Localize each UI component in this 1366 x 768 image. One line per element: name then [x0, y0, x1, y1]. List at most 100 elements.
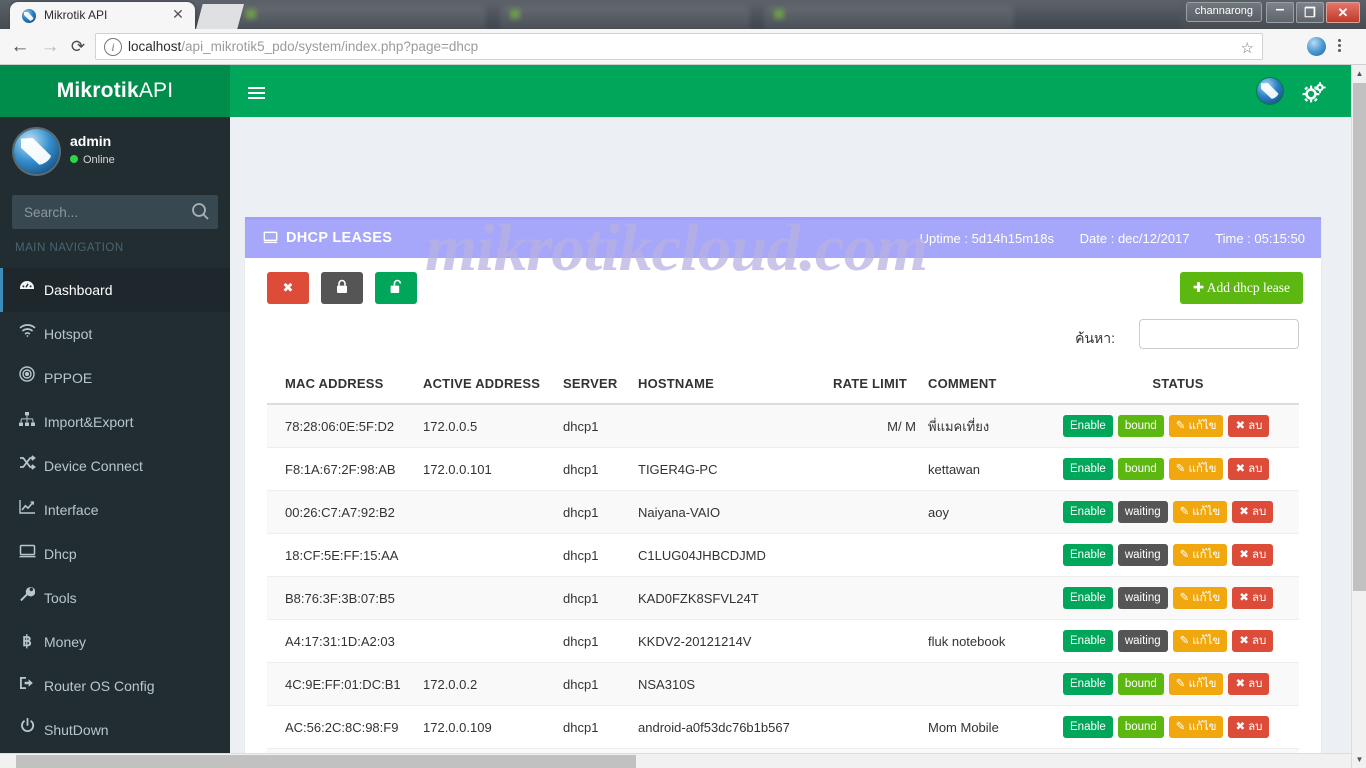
table-row[interactable]: AC:56:2C:8C:98:F9 172.0.0.109 dhcp1 android…	[267, 705, 1299, 749]
sidebar-item-shutdown[interactable]: ShutDown	[0, 708, 230, 752]
enable-button[interactable]: Enable	[1063, 458, 1113, 480]
page-horizontal-scrollbar[interactable]	[0, 753, 1351, 768]
maximize-button[interactable]: ❐	[1296, 2, 1324, 23]
edit-icon: ✎	[1175, 678, 1186, 690]
address-bar[interactable]: i localhost/api_mikrotik5_pdo/system/ind…	[95, 33, 1263, 60]
edit-icon: ✎	[1179, 549, 1190, 561]
column-header-rate[interactable]: RATE LIMIT	[827, 368, 922, 405]
delete-selected-button[interactable]: ✖	[267, 272, 309, 304]
delete-button[interactable]: ✖ลบ	[1228, 415, 1270, 437]
table-row[interactable]: 4C:9E:FF:01:DC:B1 172.0.0.2 dhcp1 NSA310S En…	[267, 662, 1299, 706]
delete-button[interactable]: ✖ลบ	[1232, 630, 1274, 652]
edit-button[interactable]: ✎แก้ไข	[1172, 630, 1228, 652]
column-header-comment[interactable]: COMMENT	[922, 368, 1057, 405]
table-row[interactable]: 00:26:C7:A7:92:B2 dhcp1 Naiyana-VAIO aoy Ena…	[267, 490, 1299, 534]
delete-button[interactable]: ✖ลบ	[1232, 587, 1274, 609]
delete-button[interactable]: ✖ลบ	[1232, 501, 1274, 523]
table-row[interactable]: B8:76:3F:3B:07:B5 dhcp1 KAD0FZK8SFVL24T Ena…	[267, 576, 1299, 620]
close-icon[interactable]: ✕	[170, 7, 186, 23]
edit-button[interactable]: ✎แก้ไข	[1172, 587, 1228, 609]
hscrollbar-thumb[interactable]	[16, 755, 636, 768]
enable-button[interactable]: Enable	[1063, 501, 1113, 523]
line-chart-icon	[15, 488, 39, 532]
back-icon[interactable]: ←	[8, 35, 32, 59]
cell-active-address	[417, 533, 557, 577]
sidebar-item-hotspot[interactable]: Hotspot	[0, 312, 230, 356]
enable-button[interactable]: Enable	[1063, 587, 1113, 609]
cogs-icon[interactable]	[1302, 81, 1326, 105]
column-header-hostname[interactable]: HOSTNAME	[632, 368, 827, 405]
forward-icon[interactable]: →	[38, 35, 62, 59]
info-icon[interactable]: i	[104, 38, 122, 56]
column-header-server[interactable]: SERVER	[557, 368, 632, 405]
page-vertical-scrollbar[interactable]: ▲ ▼	[1351, 65, 1366, 768]
add-dhcp-lease-button[interactable]: ✚ Add dhcp lease	[1179, 272, 1303, 304]
reload-icon[interactable]: ⟳	[66, 35, 90, 59]
search-icon[interactable]	[184, 195, 218, 229]
delete-button[interactable]: ✖ลบ	[1228, 673, 1270, 695]
status-badge: waiting	[1117, 501, 1168, 523]
minimize-button[interactable]: –	[1266, 2, 1294, 23]
column-header-active[interactable]: ACTIVE ADDRESS	[417, 368, 557, 405]
edit-button[interactable]: ✎แก้ไข	[1172, 501, 1228, 523]
sidebar-item-interface[interactable]: Interface	[0, 488, 230, 532]
sidebar-item-router-os-config[interactable]: Router OS Config	[0, 664, 230, 708]
sidebar-item-pppoe[interactable]: PPPOE	[0, 356, 230, 400]
enable-button[interactable]: Enable	[1063, 630, 1113, 652]
edit-button[interactable]: ✎แก้ไข	[1168, 458, 1224, 480]
search-input[interactable]	[12, 195, 184, 229]
app-logo[interactable]: MikrotikAPI	[0, 65, 230, 117]
sidebar-item-dhcp[interactable]: Dhcp	[0, 532, 230, 576]
browser-toolbar: ← → ⟳ i localhost/api_mikrotik5_pdo/syst…	[0, 29, 1366, 65]
enable-button[interactable]: Enable	[1063, 544, 1113, 566]
unlock-button[interactable]	[375, 272, 417, 304]
enable-button[interactable]: Enable	[1063, 716, 1113, 738]
edit-icon: ✎	[1179, 592, 1190, 604]
table-row[interactable]: F8:1A:67:2F:98:AB 172.0.0.101 dhcp1 TIGER4G…	[267, 447, 1299, 491]
edit-button[interactable]: ✎แก้ไข	[1172, 544, 1228, 566]
leases-table: MAC ADDRESS ACTIVE ADDRESS SERVER HOSTNA…	[267, 368, 1299, 768]
sidebar-item-device-connect[interactable]: Device Connect	[0, 444, 230, 488]
cell-mac-address: F8:1A:67:2F:98:AB	[267, 447, 417, 491]
browser-tab-active[interactable]: Mikrotik API ✕	[10, 2, 195, 29]
delete-button[interactable]: ✖ลบ	[1228, 716, 1270, 738]
cell-hostname: C1LUG04JHBCDJMD	[632, 533, 827, 577]
edit-button[interactable]: ✎แก้ไข	[1168, 673, 1224, 695]
wrench-icon	[15, 576, 39, 620]
table-header-row: MAC ADDRESS ACTIVE ADDRESS SERVER HOSTNA…	[267, 368, 1299, 405]
cell-status-actions: Enablewaiting✎แก้ไข✖ลบ	[1057, 576, 1299, 620]
scrollbar-thumb[interactable]	[1353, 83, 1366, 591]
enable-button[interactable]: Enable	[1063, 415, 1113, 437]
lock-button[interactable]	[321, 272, 363, 304]
edit-button[interactable]: ✎แก้ไข	[1168, 716, 1224, 738]
sidebar-item-dashboard[interactable]: Dashboard	[0, 268, 230, 312]
delete-button[interactable]: ✖ลบ	[1232, 544, 1274, 566]
sidebar-item-import-export[interactable]: Import&Export	[0, 400, 230, 444]
close-window-button[interactable]: ✕	[1326, 2, 1360, 23]
table-row[interactable]: A4:17:31:1D:A2:03 dhcp1 KKDV2-20121214V flu…	[267, 619, 1299, 663]
scroll-down-icon[interactable]: ▼	[1352, 751, 1366, 768]
sidebar-search[interactable]	[12, 195, 218, 229]
background-tab[interactable]	[236, 5, 486, 29]
delete-button[interactable]: ✖ลบ	[1228, 458, 1270, 480]
table-row[interactable]: 18:CF:5E:FF:15:AA dhcp1 C1LUG04JHBCDJMD Ena…	[267, 533, 1299, 577]
sidebar-item-money[interactable]: ฿ Money	[0, 620, 230, 664]
extension-icon[interactable]	[1307, 37, 1326, 56]
background-tab[interactable]	[764, 5, 1014, 29]
mikrotik-logo-icon[interactable]	[1257, 78, 1283, 104]
window-user-button[interactable]: channarong	[1185, 2, 1262, 22]
table-row[interactable]: 78:28:06:0E:5F:D2 172.0.0.5 dhcp1 M/ M พี่แม…	[267, 404, 1299, 448]
bookmark-star-icon[interactable]: ☆	[1241, 39, 1254, 57]
background-tab[interactable]	[500, 5, 750, 29]
sidebar-item-tools[interactable]: Tools	[0, 576, 230, 620]
close-icon: ✖	[1239, 635, 1249, 647]
sidebar-item-label: Router OS Config	[44, 678, 155, 694]
column-header-mac[interactable]: MAC ADDRESS	[267, 368, 417, 405]
user-name: admin	[70, 133, 112, 149]
browser-menu-icon[interactable]	[1338, 37, 1341, 54]
edit-button[interactable]: ✎แก้ไข	[1168, 415, 1224, 437]
scroll-up-icon[interactable]: ▲	[1352, 65, 1366, 82]
enable-button[interactable]: Enable	[1063, 673, 1113, 695]
sidebar-toggle-icon[interactable]	[236, 65, 276, 117]
table-search-input[interactable]	[1139, 319, 1299, 349]
